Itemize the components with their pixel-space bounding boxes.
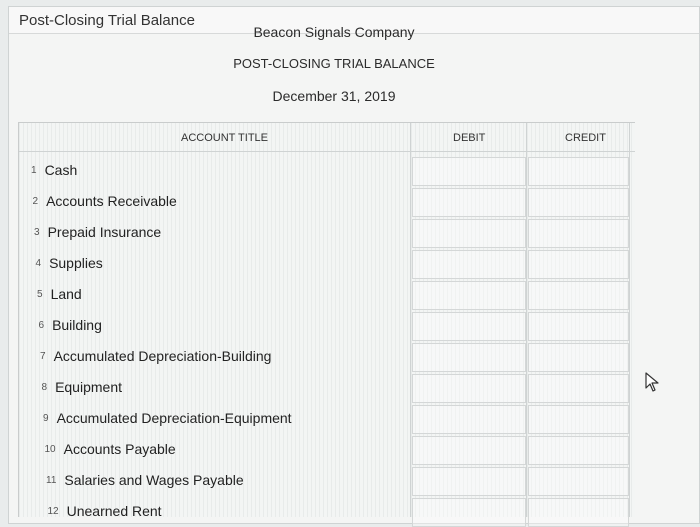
credit-input[interactable] <box>528 188 629 217</box>
credit-column-divider <box>526 123 527 517</box>
table-row: 7 Accumulated Depreciation-Building <box>40 341 271 371</box>
credit-input[interactable] <box>528 312 629 341</box>
table-row: 6 Building <box>39 310 102 340</box>
credit-input[interactable] <box>528 281 629 310</box>
statement-date: December 31, 2019 <box>272 88 396 104</box>
account-title: Accumulated Depreciation-Equipment <box>56 410 292 426</box>
account-title: Land <box>50 286 82 302</box>
table-row: 2 Accounts Receivable <box>33 186 177 216</box>
row-number: 8 <box>41 381 48 393</box>
header-divider <box>19 151 635 152</box>
debit-header: DEBIT <box>453 132 486 144</box>
debit-input[interactable] <box>412 343 526 372</box>
credit-input[interactable] <box>528 219 629 248</box>
account-title: Unearned Rent <box>66 503 162 519</box>
table-row: 9 Accumulated Depreciation-Equipment <box>43 403 292 433</box>
account-title-header: ACCOUNT TITLE <box>181 132 268 144</box>
table-row: 8 Equipment <box>42 372 123 402</box>
table-row: 4 Supplies <box>36 248 103 278</box>
trial-balance-table: ACCOUNT TITLE DEBIT CREDIT 1 Cash 2 Account… <box>18 122 635 527</box>
window-title: Post-Closing Trial Balance <box>19 12 195 29</box>
credit-input[interactable] <box>528 343 629 372</box>
row-number: 7 <box>40 350 46 362</box>
table-right-border <box>629 123 630 517</box>
row-number: 10 <box>44 443 56 455</box>
mouse-pointer-icon <box>645 372 659 392</box>
debit-input[interactable] <box>412 281 526 310</box>
row-number: 3 <box>34 226 40 238</box>
debit-input[interactable] <box>412 498 526 527</box>
debit-input[interactable] <box>412 157 526 186</box>
debit-input[interactable] <box>412 250 526 279</box>
debit-input[interactable] <box>412 405 526 434</box>
row-number: 11 <box>46 474 57 486</box>
credit-input[interactable] <box>528 405 629 434</box>
row-number: 12 <box>47 505 59 517</box>
account-title: Cash <box>44 162 78 178</box>
credit-input[interactable] <box>528 467 629 496</box>
account-title: Prepaid Insurance <box>47 224 162 240</box>
debit-input[interactable] <box>412 188 526 217</box>
credit-input[interactable] <box>528 374 629 403</box>
table-row: 11 Salaries and Wages Payable <box>46 465 244 495</box>
row-number: 5 <box>37 288 43 300</box>
statement-title: POST-CLOSING TRIAL BALANCE <box>233 56 435 71</box>
debit-input[interactable] <box>412 467 526 496</box>
credit-input[interactable] <box>528 250 629 279</box>
credit-input[interactable] <box>528 157 629 186</box>
account-title: Salaries and Wages Payable <box>64 472 244 488</box>
row-number: 1 <box>31 164 37 176</box>
debit-input[interactable] <box>412 312 526 341</box>
account-title: Building <box>52 317 102 333</box>
account-title: Supplies <box>49 255 103 271</box>
account-title: Accounts Payable <box>63 441 176 457</box>
debit-input[interactable] <box>412 219 526 248</box>
row-number: 2 <box>32 195 39 207</box>
table-row: 10 Accounts Payable <box>45 434 176 464</box>
credit-input[interactable] <box>528 498 629 527</box>
table-row: 3 Prepaid Insurance <box>34 217 161 247</box>
table-row: 1 Cash <box>31 155 77 185</box>
row-number: 6 <box>38 319 45 331</box>
row-number: 9 <box>43 412 49 424</box>
account-title: Equipment <box>55 379 122 395</box>
credit-header: CREDIT <box>565 132 606 144</box>
debit-column-divider <box>410 123 411 517</box>
row-number: 4 <box>35 257 42 269</box>
debit-input[interactable] <box>412 436 526 465</box>
credit-input[interactable] <box>528 436 629 465</box>
debit-input[interactable] <box>412 374 526 403</box>
account-title: Accumulated Depreciation-Building <box>53 348 272 364</box>
company-name: Beacon Signals Company <box>253 24 415 40</box>
account-title: Accounts Receivable <box>46 193 177 209</box>
table-row: 5 Land <box>37 279 82 309</box>
